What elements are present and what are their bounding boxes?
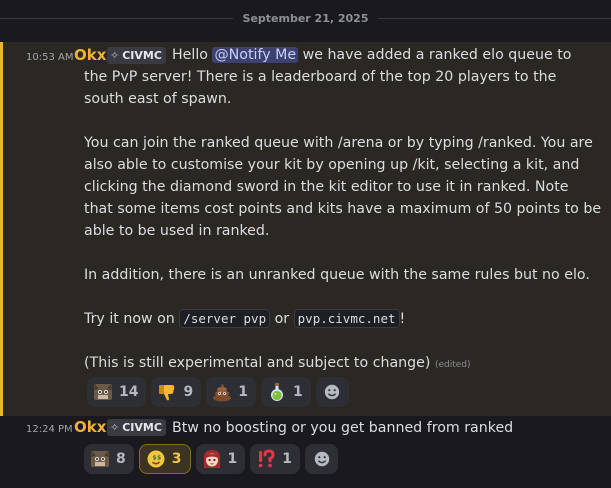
server-tag-label: CIVMC <box>122 421 162 434</box>
reaction-potion[interactable]: 1 <box>260 377 311 407</box>
tag-icon: ✧ <box>110 421 120 434</box>
svg-text:$: $ <box>157 455 161 462</box>
text-bang: ! <box>399 311 406 327</box>
date-divider: September 21, 2025 <box>0 0 611 36</box>
divider-line-right <box>378 17 611 19</box>
reaction-anime-girl[interactable]: 1 <box>195 444 246 474</box>
text-p2-line2: also able to customise your kit by openi… <box>84 157 580 173</box>
reaction-count: 9 <box>183 384 194 400</box>
text-p2-line5: able to be used in ranked. <box>84 223 270 239</box>
message-highlighted[interactable]: 10:53 AM Okx ✧ CIVMC Hello @Notify Me we… <box>0 42 611 416</box>
add-reaction-button[interactable] <box>305 444 338 474</box>
add-reaction-icon <box>325 384 340 400</box>
reaction-count: 1 <box>292 384 303 400</box>
message-author[interactable]: Okx <box>74 418 106 436</box>
reaction-count: 1 <box>238 384 248 400</box>
poop-emoji-icon <box>212 382 232 402</box>
server-tag[interactable]: ✧ CIVMC <box>107 419 166 436</box>
interrobang-emoji-icon <box>256 449 276 469</box>
mention-notify-me[interactable]: @Notify Me <box>212 47 299 63</box>
reaction-thumbs-down[interactable]: 9 <box>151 377 202 407</box>
text-line3: south east of spawn. <box>84 91 232 107</box>
reaction-bar: 8 $ $ 3 1 1 <box>84 444 338 474</box>
reaction-count: 8 <box>116 451 126 467</box>
inline-code-server: /server pvp <box>179 309 271 328</box>
text-p3: In addition, there is an unranked queue … <box>84 267 590 283</box>
message-content: Hello @Notify Me we have added a ranked … <box>84 44 604 374</box>
reaction-count: 1 <box>282 451 292 467</box>
text-line1: we have added a ranked elo queue to <box>298 47 572 63</box>
reaction-bar: 14 9 1 1 <box>87 377 349 407</box>
reaction-count: 1 <box>227 451 238 467</box>
divider-line-left <box>0 17 233 19</box>
message[interactable]: 12:24 PM Okx ✧ CIVMC Btw no boosting or … <box>0 416 611 488</box>
reaction-interrobang[interactable]: 1 <box>250 444 300 474</box>
reaction-count: 3 <box>171 451 182 467</box>
reaction-count: 14 <box>119 384 139 400</box>
text-try: Try it now on <box>84 311 180 327</box>
reaction-money-face[interactable]: $ $ 3 <box>138 444 191 474</box>
message-timestamp[interactable]: 10:53 AM <box>26 52 73 63</box>
add-reaction-icon <box>314 451 329 467</box>
edited-label: (edited) <box>434 360 471 370</box>
inline-code-host: pvp.civmc.net <box>293 309 400 328</box>
text-hello: Hello <box>172 47 213 63</box>
reaction-cat[interactable]: 14 <box>87 377 147 407</box>
text-or: or <box>270 311 294 327</box>
potion-emoji-icon <box>267 382 287 402</box>
money-face-emoji-icon: $ $ <box>146 449 166 469</box>
cat-emoji-icon <box>90 449 110 469</box>
text-p2-line4: that some items cost points and kits hav… <box>84 201 602 217</box>
add-reaction-button[interactable] <box>315 377 349 407</box>
message-content: Btw no boosting or you get banned from r… <box>172 420 514 436</box>
text-line2: the PvP server! There is a leaderboard o… <box>84 69 557 85</box>
message-timestamp[interactable]: 12:24 PM <box>26 424 73 435</box>
reaction-poop[interactable]: 1 <box>206 377 256 407</box>
text-p5: (This is still experimental and subject … <box>84 355 431 371</box>
anime-girl-emoji-icon <box>202 449 222 469</box>
cat-emoji-icon <box>93 382 113 402</box>
reaction-cat[interactable]: 8 <box>84 444 134 474</box>
text-p2-line1: You can join the ranked queue with /aren… <box>84 135 593 151</box>
divider-date: September 21, 2025 <box>242 11 369 25</box>
text-p2-line3: clicking the diamond sword in the kit ed… <box>84 179 569 195</box>
thumbs-down-emoji-icon <box>157 382 177 402</box>
